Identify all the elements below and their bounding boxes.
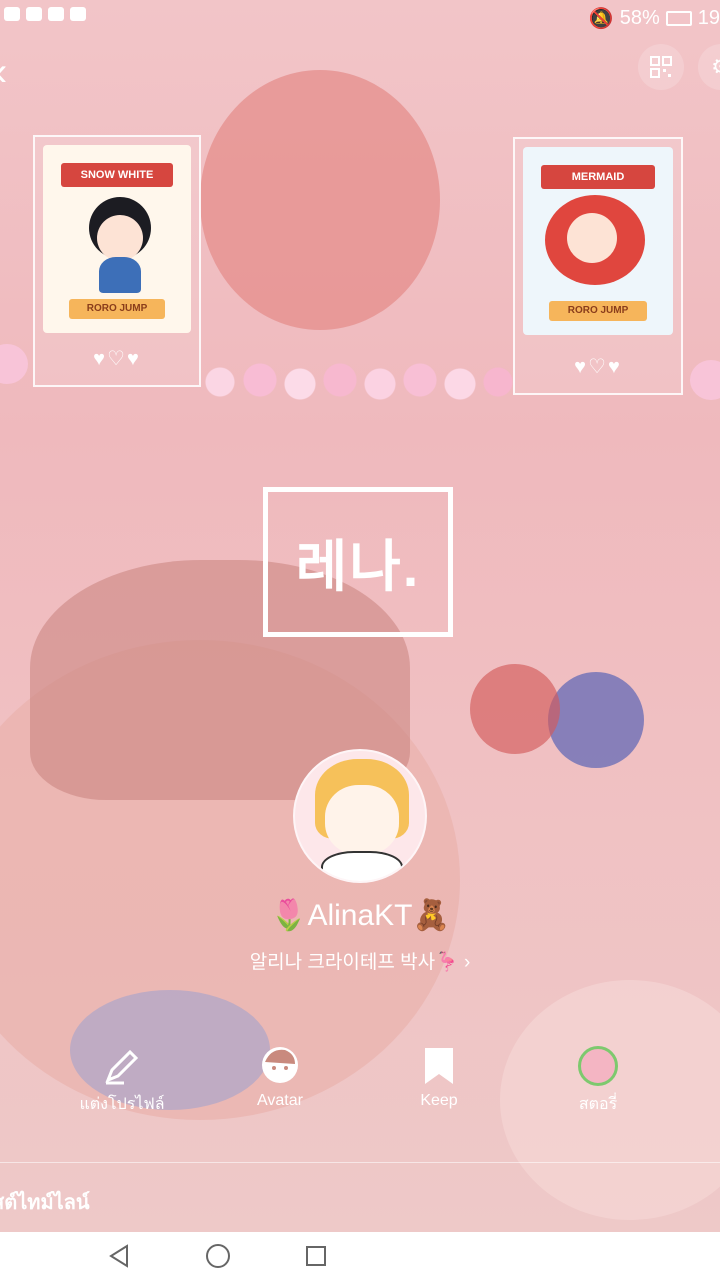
- cover-art-blob: [200, 70, 440, 330]
- nav-home-button[interactable]: [203, 1242, 233, 1270]
- story-icon: [528, 1040, 668, 1086]
- card-hearts: ♥♡♥: [93, 348, 141, 370]
- edit-icon: [52, 1040, 192, 1086]
- battery-icon: [665, 11, 692, 26]
- mute-icon: 🔕: [588, 8, 614, 30]
- cover-art-blob: [470, 664, 560, 754]
- profile-avatar[interactable]: [293, 749, 427, 883]
- mail-icon: [70, 7, 86, 21]
- profile-name[interactable]: 🌷AlinaKT🧸: [0, 898, 720, 933]
- profile-status-message[interactable]: 알리나 크라이테프 박사🦩 ›: [0, 947, 720, 974]
- sticker-card-snow-white[interactable]: SNOW WHITE RORO JUMP ♥♡♥: [33, 135, 201, 387]
- circle-home-icon: [206, 1244, 230, 1268]
- status-bar: 🔕 58% 19: [0, 0, 720, 34]
- action-label: แต่งโปรไฟล์: [79, 1096, 165, 1113]
- cover-art-blob: [548, 672, 644, 768]
- gear-icon: ⚙: [711, 54, 720, 80]
- card-footer: RORO JUMP: [549, 301, 647, 321]
- card-footer: RORO JUMP: [69, 299, 165, 319]
- back-button[interactable]: ‹: [0, 52, 7, 92]
- clock: 19: [697, 7, 720, 29]
- action-label: สตอรี่: [578, 1096, 618, 1113]
- card-banner: SNOW WHITE: [61, 163, 173, 187]
- globe-icon: [48, 7, 64, 21]
- character-body: [99, 257, 141, 293]
- nav-recents-button[interactable]: [301, 1242, 331, 1270]
- notification-icons: [4, 7, 86, 21]
- triangle-back-icon: [109, 1244, 128, 1268]
- sticker-art: SNOW WHITE RORO JUMP: [43, 145, 191, 333]
- edit-profile-button[interactable]: แต่งโปรไฟล์: [52, 1040, 192, 1117]
- card-hearts: ♥♡♥: [574, 356, 622, 378]
- action-label: Avatar: [257, 1092, 303, 1109]
- story-button[interactable]: สตอรี่: [528, 1040, 668, 1117]
- avatar-body: [321, 851, 403, 881]
- action-label: Keep: [420, 1092, 458, 1109]
- keep-button[interactable]: Keep: [369, 1040, 509, 1110]
- nav-back-button[interactable]: [104, 1242, 134, 1270]
- chat-icon: [26, 7, 42, 21]
- flower-garland: [200, 358, 516, 406]
- square-recents-icon: [306, 1246, 326, 1266]
- character-face: [567, 213, 617, 263]
- avatar-button[interactable]: Avatar: [210, 1040, 350, 1110]
- qr-code-icon: [650, 56, 672, 78]
- sticker-art: MERMAID RORO JUMP: [523, 147, 673, 335]
- system-navigation-bar: [0, 1232, 720, 1280]
- section-divider: [0, 1162, 720, 1163]
- cover-text-frame: 레나.: [263, 487, 453, 637]
- profile-actions: แต่งโปรไฟล์ Avatar Keep สตอรี่: [0, 1040, 720, 1120]
- sticker-card-mermaid[interactable]: MERMAID RORO JUMP ♥♡♥: [513, 137, 683, 395]
- character-face: [97, 215, 143, 261]
- timeline-tab[interactable]: สต์ไทม์ไลน์: [0, 1186, 90, 1218]
- avatar-face: [325, 785, 399, 855]
- bookmark-icon: [369, 1040, 509, 1086]
- cover-text: 레나.: [295, 534, 421, 598]
- card-banner: MERMAID: [541, 165, 655, 189]
- youtube-icon: [4, 7, 20, 21]
- battery-percent: 58%: [619, 7, 660, 29]
- qr-code-button[interactable]: [638, 44, 684, 90]
- avatar-icon: [210, 1040, 350, 1086]
